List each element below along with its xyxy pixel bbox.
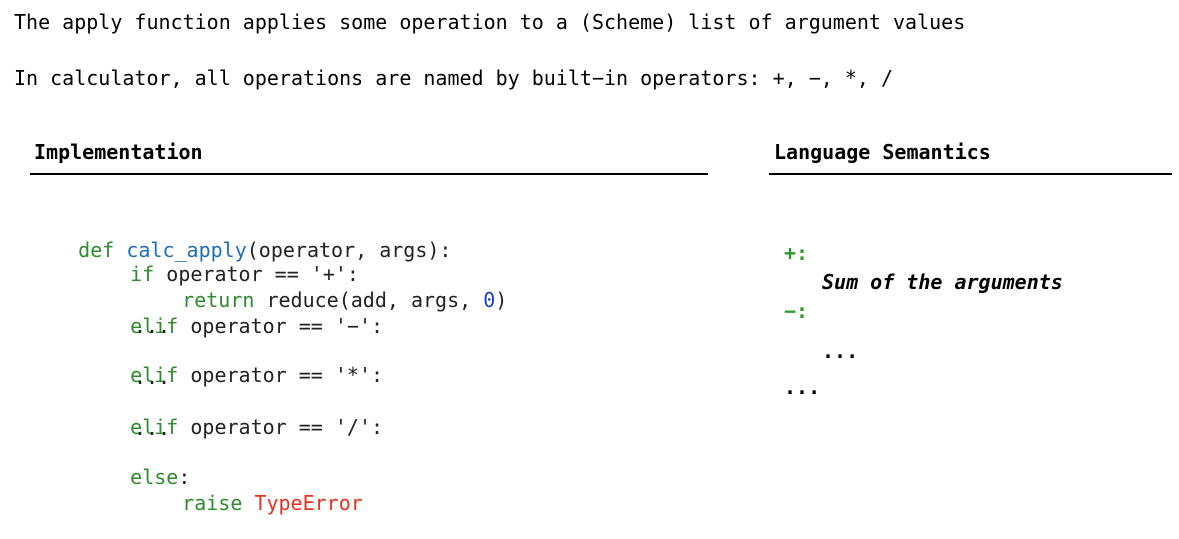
code-line-ellipsis: ... (134, 365, 171, 389)
implementation-divider (30, 173, 708, 175)
code-keyword-raise: raise (182, 491, 255, 515)
code-line-raise: raise TypeError (134, 467, 363, 539)
implementation-heading: Implementation (34, 140, 203, 164)
semantics-minus-operator: −: (784, 299, 809, 323)
code-type-error: TypeError (254, 491, 363, 515)
code-number-zero: 0 (483, 288, 496, 312)
code-line-ellipsis: ... (134, 416, 171, 440)
code-elif-divide-condition: operator == '/': (190, 415, 384, 439)
semantics-minus-description: ... (822, 339, 859, 363)
intro-line-apply: The apply function applies some operatio… (14, 10, 966, 34)
code-elif-minus-condition: operator == '−': (190, 314, 384, 338)
code-line-ellipsis: ... (134, 314, 171, 338)
code-return-close: ) (495, 288, 508, 312)
semantics-more-ellipsis: ... (784, 375, 821, 399)
code-elif-times-condition: operator == '*': (190, 363, 384, 387)
semantics-plus-operator: +: (784, 241, 809, 265)
semantics-plus-description: Sum of the arguments (822, 270, 1063, 294)
semantics-divider (769, 173, 1172, 175)
intro-line-operators: In calculator, all operations are named … (14, 66, 893, 90)
semantics-heading: Language Semantics (774, 140, 991, 164)
